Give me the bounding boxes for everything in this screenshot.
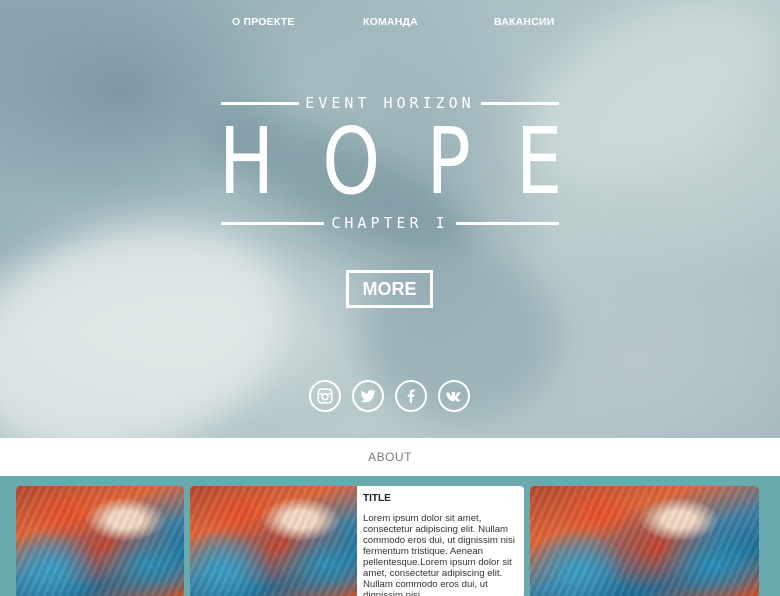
- vk-icon[interactable]: [438, 380, 470, 412]
- card-body: Lorem ipsum dolor sit amet, consectetur …: [363, 513, 515, 596]
- hero-title-letter: E: [515, 108, 563, 215]
- divider-line: [481, 102, 559, 105]
- about-bar: ABOUT: [0, 438, 780, 476]
- divider-line: [456, 222, 559, 225]
- nav-item-team[interactable]: КОМАНДА: [363, 16, 418, 28]
- hero-chapter: CHAPTER I: [331, 214, 449, 232]
- facebook-icon[interactable]: [395, 380, 427, 412]
- card-title: TITLE: [363, 493, 391, 504]
- nav-item-vacancies[interactable]: ВАКАНСИИ: [494, 16, 555, 28]
- divider-line: [221, 222, 324, 225]
- card-image[interactable]: [16, 486, 184, 596]
- cards-section: TITLE Lorem ipsum dolor sit amet, consec…: [0, 476, 780, 596]
- hero-title-letter: O: [322, 108, 380, 215]
- card-image[interactable]: [530, 486, 759, 596]
- hero-title-letter: H: [218, 108, 275, 215]
- hero-section: О ПРОЕКТЕ КОМАНДА ВАКАНСИИ EVENT HORIZON…: [0, 0, 780, 438]
- divider-line: [221, 102, 299, 105]
- card-image[interactable]: [190, 486, 360, 596]
- nav-item-about-project[interactable]: О ПРОЕКТЕ: [232, 16, 295, 28]
- hero-title-letter: P: [426, 108, 471, 215]
- more-button[interactable]: MORE: [346, 270, 433, 308]
- about-heading[interactable]: ABOUT: [368, 450, 412, 464]
- hero-title: H O P E: [212, 112, 568, 212]
- top-nav: О ПРОЕКТЕ КОМАНДА ВАКАНСИИ: [0, 16, 780, 30]
- card-text-panel: TITLE Lorem ipsum dolor sit amet, consec…: [357, 486, 524, 596]
- twitter-icon[interactable]: [352, 380, 384, 412]
- instagram-icon[interactable]: [309, 380, 341, 412]
